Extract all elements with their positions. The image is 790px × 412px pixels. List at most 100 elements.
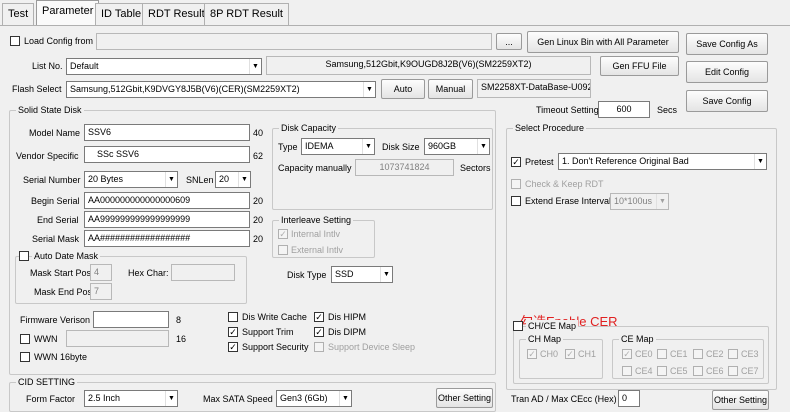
database-field: SM2258XT-DataBase-U0924 xyxy=(477,79,591,98)
support-security-checkbox[interactable] xyxy=(228,342,238,352)
ce3-checkbox[interactable] xyxy=(728,349,738,359)
save-config-button[interactable]: Save Config xyxy=(686,90,768,112)
auto-button[interactable]: Auto xyxy=(381,79,425,99)
disk-type-value: SSD xyxy=(335,269,354,279)
pretest-checkbox[interactable] xyxy=(511,157,521,167)
wwn-input[interactable] xyxy=(66,330,169,347)
disk-type-select[interactable]: SSD ▼ xyxy=(331,266,393,283)
ce2-checkbox[interactable] xyxy=(693,349,703,359)
capacity-type-label: Type xyxy=(278,142,298,152)
check-keep-rdt-checkbox[interactable] xyxy=(511,179,521,189)
serial-number-select[interactable]: 20 Bytes ▼ xyxy=(84,171,178,188)
list-no-label: List No. xyxy=(32,61,63,71)
ce0-checkbox[interactable] xyxy=(622,349,632,359)
disk-size-label: Disk Size xyxy=(382,142,420,152)
ce2-label: CE2 xyxy=(706,349,724,359)
wwn-16byte-checkbox[interactable] xyxy=(20,352,30,362)
capacity-manual-label: Capacity manually xyxy=(278,163,352,173)
gen-linux-bin-button[interactable]: Gen Linux Bin with All Parameter xyxy=(527,31,679,53)
load-config-checkbox[interactable] xyxy=(10,36,20,46)
end-serial-input[interactable]: AA999999999999999999 xyxy=(84,211,250,228)
sectors-label: Sectors xyxy=(460,163,491,173)
chevron-down-icon: ▼ xyxy=(249,59,261,74)
other-setting-button[interactable]: Other Setting xyxy=(436,388,493,408)
ce7-checkbox[interactable] xyxy=(728,366,738,376)
ce6-checkbox[interactable] xyxy=(693,366,703,376)
ce-map-title: CE Map xyxy=(619,333,656,345)
gen-ffu-file-button[interactable]: Gen FFU File xyxy=(600,56,679,76)
max-sata-speed-select[interactable]: Gen3 (6Gb) ▼ xyxy=(276,390,352,407)
support-trim-label: Support Trim xyxy=(242,327,294,337)
auto-date-mask-checkbox[interactable] xyxy=(19,251,29,261)
list-no-select[interactable]: Default ▼ xyxy=(66,58,262,75)
model-name-label: Model Name xyxy=(29,128,81,138)
firmware-version-input[interactable] xyxy=(93,311,169,328)
ce5-checkbox[interactable] xyxy=(657,366,667,376)
dis-write-cache-checkbox[interactable] xyxy=(228,312,238,322)
dis-dipm-checkbox[interactable] xyxy=(314,327,324,337)
load-config-path-field[interactable] xyxy=(96,33,492,50)
external-intlv-checkbox[interactable] xyxy=(278,245,288,255)
other-setting-button-2[interactable]: Other Setting xyxy=(712,390,769,410)
extend-erase-value: 10*100us xyxy=(614,196,653,206)
edit-config-button[interactable]: Edit Config xyxy=(686,61,768,83)
tran-ad-input[interactable]: 0 xyxy=(618,390,640,407)
capacity-manual-input[interactable]: 1073741824 xyxy=(355,159,454,176)
cid-setting-title: CID SETTING xyxy=(16,376,78,388)
tab-panel-border xyxy=(0,25,790,26)
ch0-checkbox[interactable] xyxy=(527,349,537,359)
support-trim-checkbox[interactable] xyxy=(228,327,238,337)
chevron-down-icon: ▼ xyxy=(165,391,177,406)
disk-type-label: Disk Type xyxy=(287,270,327,280)
mask-end-input[interactable]: 7 xyxy=(90,283,112,300)
capacity-type-select[interactable]: IDEMA ▼ xyxy=(301,138,375,155)
ch1-checkbox[interactable] xyxy=(565,349,575,359)
timeout-label: Timeout Setting xyxy=(536,105,599,115)
hex-char-input[interactable] xyxy=(171,264,235,281)
ce4-checkbox[interactable] xyxy=(622,366,632,376)
save-config-as-button[interactable]: Save Config As xyxy=(686,33,768,55)
browse-button[interactable]: ... xyxy=(496,33,522,50)
vendor-specific-input[interactable]: SSc SSV6 xyxy=(84,146,250,163)
chevron-down-icon: ▼ xyxy=(339,391,351,406)
ce0-label: CE0 xyxy=(635,349,653,359)
form-factor-value: 2.5 Inch xyxy=(88,393,121,403)
extend-erase-select[interactable]: 10*100us ▼ xyxy=(610,193,669,210)
mask-start-input[interactable]: 4 xyxy=(90,264,112,281)
begin-serial-length: 20 xyxy=(253,196,264,206)
support-security-label: Support Security xyxy=(242,342,309,352)
snlen-select[interactable]: 20 ▼ xyxy=(215,171,251,188)
model-name-input[interactable]: SSV6 xyxy=(84,124,250,141)
extend-erase-checkbox[interactable] xyxy=(511,196,521,206)
serial-mask-input[interactable]: AA################## xyxy=(84,230,250,247)
snlen-value: 20 xyxy=(219,174,230,184)
firmware-version-label: Firmware Verison xyxy=(20,315,91,325)
tab-8p-rdt-result[interactable]: 8P RDT Result xyxy=(204,3,289,25)
wwn-checkbox[interactable] xyxy=(20,334,30,344)
timeout-input[interactable]: 600 xyxy=(598,101,650,118)
list-no-value: Default xyxy=(70,61,99,71)
end-serial-length: 20 xyxy=(253,215,264,225)
pretest-select[interactable]: 1. Don't Reference Original Bad ▼ xyxy=(558,153,767,170)
wwn-label: WWN xyxy=(34,334,58,344)
load-config-label: Load Config from xyxy=(24,36,94,46)
dis-hipm-checkbox[interactable] xyxy=(314,312,324,322)
select-procedure-title: Select Procedure xyxy=(513,122,587,134)
chevron-down-icon: ▼ xyxy=(477,139,489,154)
tab-parameter[interactable]: Parameter xyxy=(36,0,100,26)
chce-map-checkbox[interactable] xyxy=(513,321,523,331)
disk-size-select[interactable]: 960GB ▼ xyxy=(424,138,490,155)
tab-rdt-result[interactable]: RDT Result xyxy=(142,3,211,25)
manual-button[interactable]: Manual xyxy=(428,79,473,99)
form-factor-select[interactable]: 2.5 Inch ▼ xyxy=(84,390,178,407)
internal-intlv-checkbox[interactable] xyxy=(278,229,288,239)
ce1-checkbox[interactable] xyxy=(657,349,667,359)
flash-select-dropdown[interactable]: Samsung,512Gbit,K9DVGY8J5B(V6)(CER)(SM22… xyxy=(66,81,376,98)
support-device-sleep-checkbox[interactable] xyxy=(314,342,324,352)
tab-test[interactable]: Test xyxy=(2,3,35,25)
chevron-down-icon: ▼ xyxy=(165,172,177,187)
begin-serial-input[interactable]: AA000000000000000609 xyxy=(84,192,250,209)
tab-id-table[interactable]: ID Table xyxy=(95,3,148,25)
wwn-length: 16 xyxy=(176,334,187,344)
ce4-label: CE4 xyxy=(635,366,653,376)
